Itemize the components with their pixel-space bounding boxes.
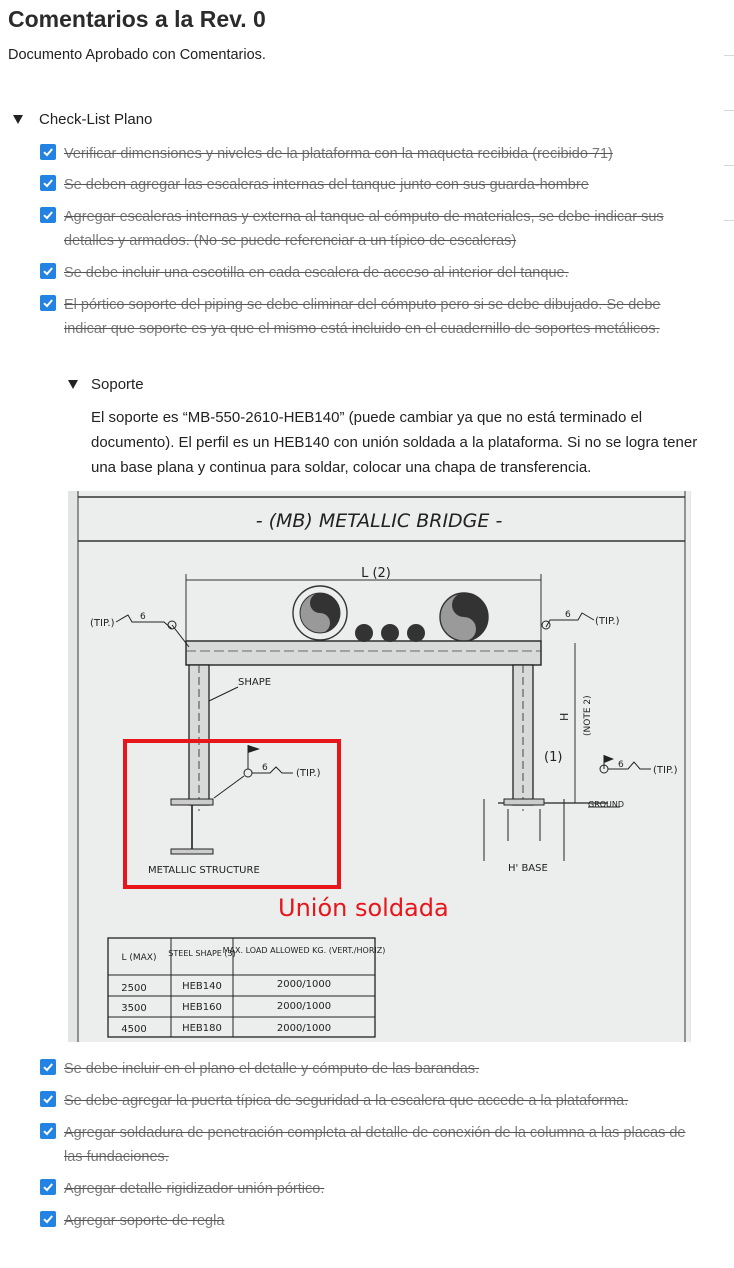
toggle-arrow-icon[interactable] <box>13 115 23 124</box>
scroll-marker <box>724 220 734 221</box>
checklist-item-text: El pórtico soporte del piping se debe el… <box>64 297 661 337</box>
checklist-toggle[interactable]: Check-List Plano <box>13 111 152 128</box>
checkbox-checked-icon[interactable] <box>40 263 56 279</box>
h-label: H <box>558 713 571 721</box>
shape-label: SHAPE <box>238 677 271 688</box>
checklist-item-text: Se debe agregar la puerta típica de segu… <box>64 1093 629 1109</box>
table-cell: HEB140 <box>182 981 222 992</box>
checkbox-checked-icon[interactable] <box>40 207 56 223</box>
checklist-item: Agregar detalle rigidizador unión pórtic… <box>40 1177 690 1201</box>
checkbox-checked-icon[interactable] <box>40 1179 56 1195</box>
table-cell: 4500 <box>121 1024 146 1035</box>
checklist-item: Se debe incluir una escotilla en cada es… <box>40 261 690 285</box>
checklist-item: Agregar soporte de regla <box>40 1209 690 1233</box>
weld-size-inner: 6 <box>262 763 268 773</box>
table-header-l: L (MAX) <box>122 953 157 963</box>
checkbox-checked-icon[interactable] <box>40 1211 56 1227</box>
page-subtitle: Documento Aprobado con Comentarios. <box>8 47 266 63</box>
checklist-item: El pórtico soporte del piping se debe el… <box>40 293 690 341</box>
marker-1: (1) <box>544 750 562 765</box>
page-title: Comentarios a la Rev. 0 <box>8 6 266 32</box>
scroll-marker <box>724 55 734 56</box>
tip-inner-label: (TIP.) <box>296 768 321 779</box>
checklist-item-text: Agregar escaleras internas y externa al … <box>64 209 664 249</box>
checkbox-checked-icon[interactable] <box>40 175 56 191</box>
checkbox-checked-icon[interactable] <box>40 1059 56 1075</box>
checkbox-checked-icon[interactable] <box>40 295 56 311</box>
checklist-item: Verificar dimensiones y niveles de la pl… <box>40 142 690 166</box>
weld-size-mid-right: 6 <box>618 760 624 770</box>
table-cell: 2000/1000 <box>277 1023 331 1034</box>
checkbox-checked-icon[interactable] <box>40 1123 56 1139</box>
note-label: (NOTE 2) <box>583 695 593 736</box>
metallic-bridge-drawing-image: - (MB) METALLIC BRIDGE - L (2) (TIP.) 6 … <box>68 491 691 1042</box>
checklist-item: Se deben agregar las escaleras internas … <box>40 173 690 197</box>
metallic-structure-label: METALLIC STRUCTURE <box>148 865 260 876</box>
checklist-item-text: Agregar soldadura de penetración complet… <box>64 1125 686 1165</box>
table-cell: HEB160 <box>182 1002 222 1013</box>
dim-top-label: L (2) <box>361 566 391 581</box>
tip-right-label: (TIP.) <box>595 616 620 627</box>
checklist-item: Agregar soldadura de penetración complet… <box>40 1121 690 1169</box>
checklist-item-text: Verificar dimensiones y niveles de la pl… <box>64 146 613 162</box>
checklist-item: Se debe agregar la puerta típica de segu… <box>40 1089 690 1113</box>
checklist-toggle-label: Check-List Plano <box>39 111 153 128</box>
table-cell: 2000/1000 <box>277 1001 331 1012</box>
checklist-item-text: Agregar soporte de regla <box>64 1213 225 1229</box>
checklist-item-text: Se debe incluir en el plano el detalle y… <box>64 1061 480 1077</box>
h-base-label: H' BASE <box>508 863 548 874</box>
table-cell: 2000/1000 <box>277 979 331 990</box>
weld-size-left: 6 <box>140 612 146 622</box>
toggle-arrow-icon[interactable] <box>68 380 78 389</box>
tip-mid-right-label: (TIP.) <box>653 765 678 776</box>
checklist-item-text: Se debe incluir una escotilla en cada es… <box>64 265 569 281</box>
checkbox-checked-icon[interactable] <box>40 1091 56 1107</box>
checklist-item: Se debe incluir en el plano el detalle y… <box>40 1057 690 1081</box>
checkbox-checked-icon[interactable] <box>40 144 56 160</box>
scroll-marker <box>724 165 734 166</box>
scroll-marker <box>724 110 734 111</box>
ground-label: GROUND <box>588 800 624 809</box>
table-cell: HEB180 <box>182 1023 222 1034</box>
checklist-item-text: Se deben agregar las escaleras internas … <box>64 177 589 193</box>
table-cell: 2500 <box>121 983 146 994</box>
soporte-paragraph[interactable]: El soporte es “MB-550-2610-HEB140” (pued… <box>91 405 701 480</box>
checklist-item: Agregar escaleras internas y externa al … <box>40 205 690 253</box>
drawing-header: - (MB) METALLIC BRIDGE - <box>256 510 503 532</box>
soporte-toggle[interactable]: Soporte <box>68 376 144 393</box>
union-soldada-annotation: Unión soldada <box>278 894 449 922</box>
checklist-item-text: Agregar detalle rigidizador unión pórtic… <box>64 1181 325 1197</box>
tip-left-label: (TIP.) <box>90 618 115 629</box>
soporte-toggle-label: Soporte <box>91 376 144 393</box>
weld-size-right: 6 <box>565 610 571 620</box>
table-cell: 3500 <box>121 1003 146 1014</box>
table-header-load: MAX. LOAD ALLOWED KG. (VERT./HORIZ) <box>223 946 386 955</box>
